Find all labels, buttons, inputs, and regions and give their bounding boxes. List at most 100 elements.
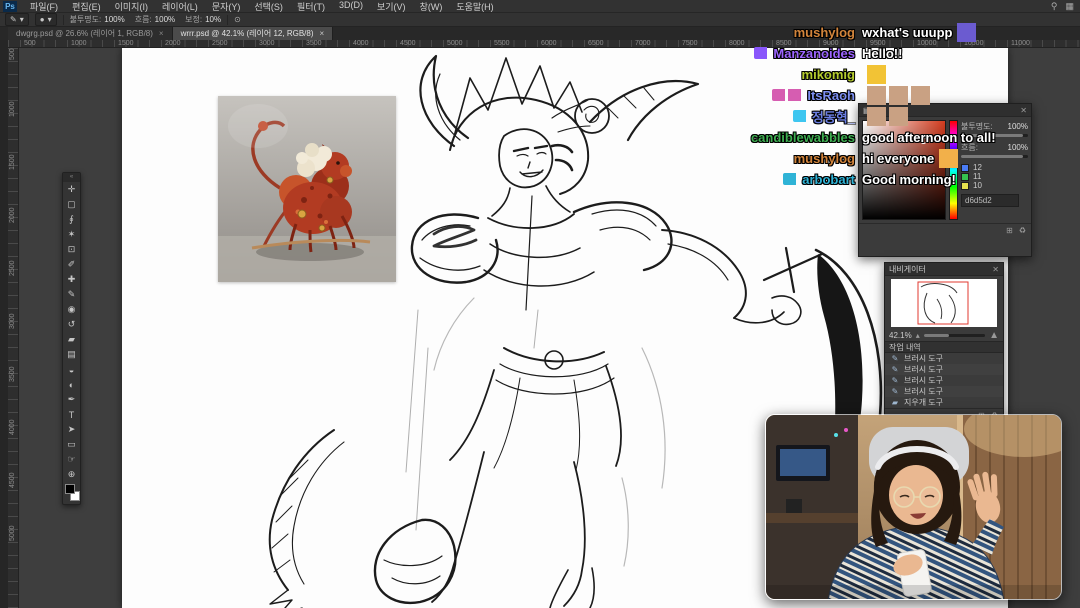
panel-dock-strip <box>0 40 8 608</box>
toolbar-tool[interactable]: ◐ <box>63 377 80 392</box>
chat-text: hi everyone <box>862 150 935 166</box>
option-segment[interactable]: 보정: 10% <box>185 14 221 25</box>
history-item[interactable]: ▰ 지우개 도구 <box>885 397 1003 408</box>
toolbar-tool[interactable]: ◉ <box>63 302 80 317</box>
menu-item[interactable]: 레이어(L) <box>155 0 205 13</box>
history-label: 브러시 도구 <box>904 365 944 374</box>
collapse-icon[interactable]: « <box>63 173 80 182</box>
panel-footer-icon[interactable]: ♻ <box>1019 226 1026 235</box>
chat-message: Manzanoides Hello!! <box>735 43 1040 63</box>
foreground-color-swatch[interactable] <box>65 484 75 494</box>
toolbar-tool[interactable]: ✎ <box>63 287 80 302</box>
tool-icon: ▭ <box>67 439 76 449</box>
menu-item[interactable]: 보기(V) <box>370 0 413 13</box>
option-segment[interactable]: 불투명도: 100% <box>70 14 125 25</box>
tool-icon: ☞ <box>67 454 76 464</box>
chat-text: wxhat's uuupp <box>862 24 953 40</box>
airbrush-icon[interactable]: ⊙ <box>234 15 241 24</box>
ruler-label: 1500 <box>118 40 134 47</box>
chat-username[interactable]: Manzanoides <box>773 46 855 61</box>
chat-message: candiblewabbles good afternoon to all! <box>735 127 1040 147</box>
toolbar-tool[interactable]: ▭ <box>63 437 80 452</box>
toolbar-tool[interactable]: ↺ <box>63 317 80 332</box>
close-icon[interactable]: ✕ <box>992 265 999 274</box>
history-item[interactable]: ✎ 브러시 도구 <box>885 386 1003 397</box>
photoshop-logo: Ps <box>3 0 17 12</box>
menu-item[interactable]: 이미지(I) <box>108 0 155 13</box>
history-label: 지우개 도구 <box>904 398 944 407</box>
tool-preset-chip[interactable]: ✎ ▾ <box>5 13 29 26</box>
toolbar-tool[interactable]: ▰ <box>63 332 80 347</box>
toolbar-tool[interactable]: ✒ <box>63 392 80 407</box>
color-swatches[interactable] <box>63 482 80 504</box>
titlebar-icon[interactable]: ⚲ <box>1051 1 1058 12</box>
chat-username[interactable]: mushylog <box>794 151 855 166</box>
toolbar-tool[interactable]: ☞ <box>63 452 80 467</box>
tab-title: dwgrg.psd @ 26.6% (레이어 1, RGB/8) <box>16 29 153 38</box>
navigator-mini-sketch <box>917 281 969 325</box>
chat-badge <box>783 173 800 185</box>
toolbar-tool[interactable]: ✛ <box>63 182 80 197</box>
toolbar-tool[interactable]: ⊡ <box>63 242 80 257</box>
chat-text: Good morning! <box>862 171 956 187</box>
history-header[interactable]: 작업 내역 <box>885 341 1003 353</box>
close-icon[interactable]: × <box>320 29 325 38</box>
ruler-label: 1000 <box>9 101 16 117</box>
toolbar-tool[interactable]: ➤ <box>63 422 80 437</box>
navigator-header[interactable]: 내비게이터 ✕ <box>885 263 1003 276</box>
menu-item[interactable]: 파일(F) <box>23 0 65 13</box>
option-segment[interactable]: 흐름: 100% <box>135 14 175 25</box>
zoom-in-icon[interactable]: ▲ <box>989 330 999 341</box>
tool-icon: ◒ <box>68 364 75 375</box>
zoom-out-icon[interactable]: ▴ <box>916 331 920 340</box>
chat-username[interactable]: mushylog <box>794 25 855 40</box>
tool-icon: ▰ <box>68 334 75 344</box>
option-label: 불투명도: <box>69 15 102 24</box>
toolbar-tool[interactable]: ▢ <box>63 197 80 212</box>
menu-item[interactable]: 편집(E) <box>65 0 108 13</box>
option-value: 100% <box>104 15 125 24</box>
chat-username[interactable]: ItsRaoh <box>807 88 855 103</box>
toolbar-tool[interactable]: ✚ <box>63 272 80 287</box>
toolbar-tool[interactable]: ✐ <box>63 257 80 272</box>
titlebar-icon[interactable]: ▦ <box>1065 1 1074 12</box>
document-tab-active[interactable]: wrrr.psd @ 42.1% (레이어 12, RGB/8) × <box>172 27 334 40</box>
menu-item[interactable]: 필터(T) <box>290 0 332 13</box>
chat-username[interactable]: 정동혁_ <box>812 107 855 126</box>
zoom-value[interactable]: 42.1% <box>889 331 912 340</box>
chat-username[interactable]: mikomig <box>802 67 855 82</box>
close-icon[interactable]: × <box>159 29 164 38</box>
menu-item[interactable]: 도움말(H) <box>449 0 500 13</box>
hex-field[interactable]: d6d5d2 <box>961 194 1019 207</box>
reference-photo <box>218 96 396 282</box>
ruler-label: 4500 <box>400 40 416 47</box>
menu-item[interactable]: 문자(Y) <box>205 0 248 13</box>
option-segments: 불투명도: 100% 흐름: 100% 보정: 10% <box>70 14 222 25</box>
menu-item[interactable]: 창(W) <box>413 0 450 13</box>
ruler-label: 4500 <box>9 472 16 488</box>
ruler-label: 2500 <box>9 260 16 276</box>
ruler-label: 1500 <box>9 154 16 170</box>
menu-item[interactable]: 3D(D) <box>332 0 370 13</box>
toolbar-tool[interactable]: ∮ <box>63 212 80 227</box>
chat-username[interactable]: arbobart <box>802 172 855 187</box>
brush-picker-chip[interactable]: ● ▾ <box>34 13 57 26</box>
history-item[interactable]: ✎ 브러시 도구 <box>885 353 1003 364</box>
tool-icon: ➤ <box>67 424 76 434</box>
menu-item[interactable]: 선택(S) <box>247 0 290 13</box>
navigator-thumbnail[interactable] <box>891 279 997 327</box>
chat-username[interactable]: candiblewabbles <box>751 130 855 145</box>
history-item[interactable]: ✎ 브러시 도구 <box>885 364 1003 375</box>
toolbar-tool[interactable]: ▤ <box>63 347 80 362</box>
panel-footer-icon[interactable]: ⊞ <box>1006 226 1013 235</box>
chat-text: Hello!! <box>862 45 903 61</box>
ruler-label: 3500 <box>306 40 322 47</box>
toolbar-tool[interactable]: ⊕ <box>63 467 80 482</box>
tool-icon: ◉ <box>67 304 76 314</box>
history-item[interactable]: ✎ 브러시 도구 <box>885 375 1003 386</box>
document-tab-inactive[interactable]: dwgrg.psd @ 26.6% (레이어 1, RGB/8) × <box>8 27 173 40</box>
toolbar-tool[interactable]: T <box>63 407 80 422</box>
toolbar-tool[interactable]: ✶ <box>63 227 80 242</box>
toolbar-tool[interactable]: ◒ <box>63 362 80 377</box>
zoom-slider[interactable] <box>923 334 986 337</box>
